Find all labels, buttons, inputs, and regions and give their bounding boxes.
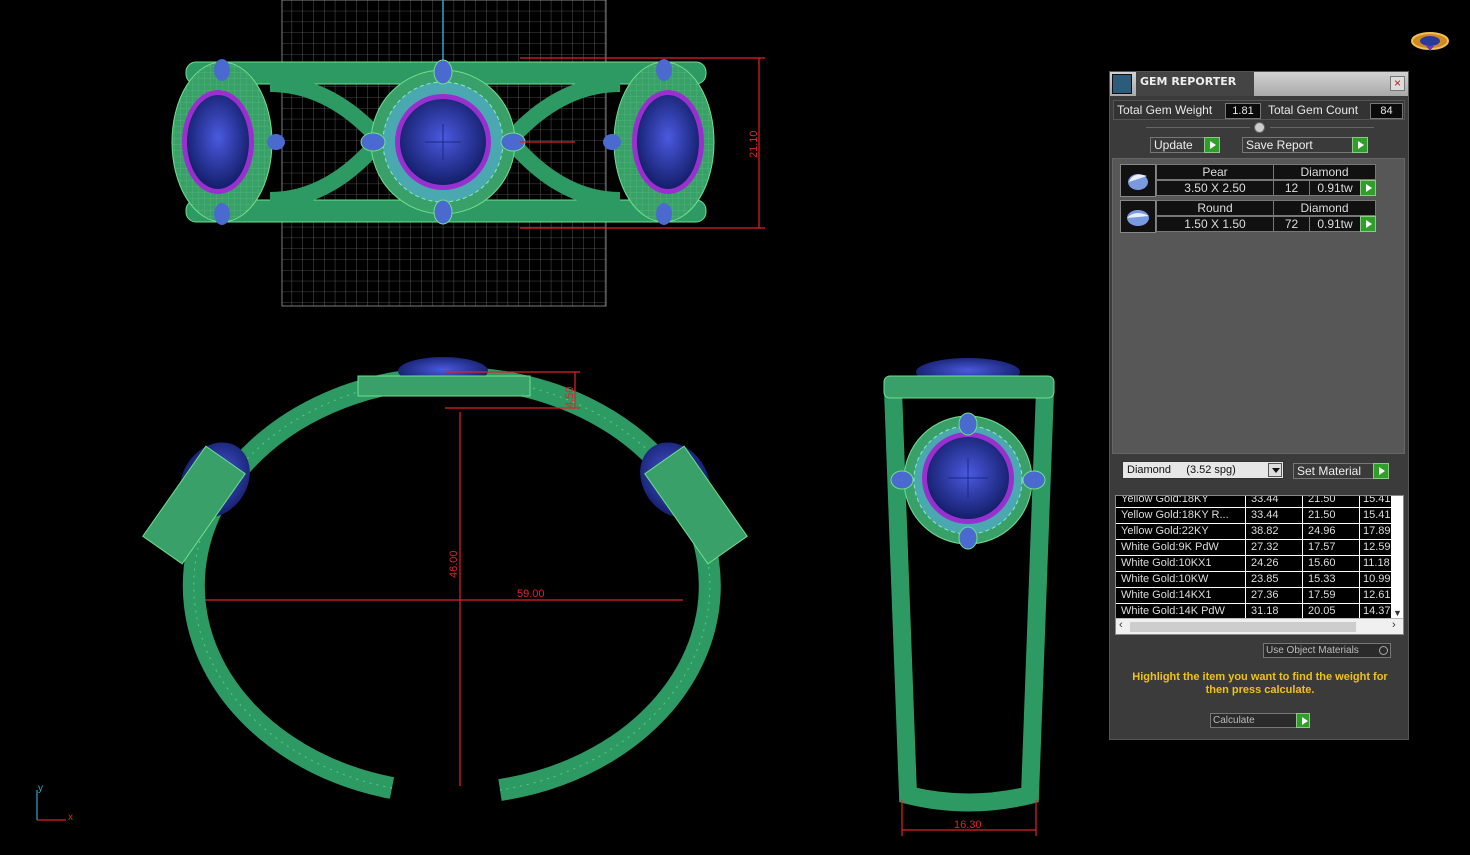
material-v1: 27.32: [1251, 541, 1279, 553]
material-row[interactable]: Yellow Gold:18KY R... 33.44 21.50 15.41: [1116, 508, 1391, 524]
material-v1: 33.44: [1251, 495, 1279, 505]
axis-y-label: y: [38, 783, 43, 794]
gem-count: 72: [1273, 216, 1310, 232]
gem-row[interactable]: Pear Diamond 3.50 X 2.50 12 0.91tw: [1120, 164, 1385, 197]
calculate-button[interactable]: Calculate: [1210, 713, 1310, 728]
gem-size: 1.50 X 1.50: [1156, 216, 1274, 232]
front-view-bracelet: [142, 357, 748, 801]
material-v1: 24.26: [1251, 557, 1279, 569]
dim-inner-height: 46.00: [448, 550, 460, 578]
scroll-thumb[interactable]: [1130, 622, 1356, 632]
material-v3: 15.41: [1363, 495, 1391, 505]
dim-inner-width: 59.00: [517, 588, 545, 600]
update-button[interactable]: Update: [1150, 137, 1220, 153]
chevron-down-icon[interactable]: [1268, 463, 1282, 477]
gem-reporter-panel: GEM REPORTER × Total Gem Weight 1.81 Tot…: [1109, 71, 1409, 740]
material-v1: 31.18: [1251, 605, 1279, 617]
axis-x-label: x: [68, 812, 73, 823]
material-v3: 14.37: [1363, 605, 1391, 617]
gem-reporter-icon: [1112, 74, 1132, 94]
total-gem-weight-value: 1.81: [1225, 103, 1261, 119]
material-name: Yellow Gold:18KY R...: [1121, 509, 1229, 521]
radio-icon: [1379, 646, 1388, 655]
app-logo-icon: [1411, 32, 1449, 51]
round-gem-icon: [1120, 200, 1156, 233]
gem-weight: 0.91tw: [1309, 180, 1361, 196]
use-object-materials-toggle[interactable]: Use Object Materials: [1263, 643, 1391, 658]
gem-go-icon[interactable]: [1360, 180, 1376, 196]
material-row[interactable]: White Gold:14KX1 27.36 17.59 12.61: [1116, 588, 1391, 604]
material-v3: 17.89: [1363, 525, 1391, 537]
gem-shape: Round: [1156, 200, 1274, 216]
gem-material: Diamond: [1273, 164, 1376, 180]
dim-top-height: 21.10: [748, 130, 760, 158]
material-v2: 17.57: [1308, 541, 1336, 553]
material-v2: 24.96: [1308, 525, 1336, 537]
axis-indicator: [36, 790, 66, 821]
material-select[interactable]: Diamond (3.52 spg): [1122, 461, 1284, 479]
material-v1: 33.44: [1251, 509, 1279, 521]
gem-count: 12: [1273, 180, 1310, 196]
material-name: White Gold:14KX1: [1121, 589, 1212, 601]
material-v1: 38.82: [1251, 525, 1279, 537]
close-button[interactable]: ×: [1390, 76, 1405, 91]
dim-side-width: 16.30: [954, 819, 982, 831]
horizontal-scrollbar[interactable]: ‹ ›: [1116, 618, 1403, 634]
material-v1: 23.85: [1251, 573, 1279, 585]
material-row[interactable]: Yellow Gold:18KY 33.44 21.50 15.41: [1116, 495, 1391, 508]
update-go-icon: [1204, 137, 1220, 153]
material-name: Yellow Gold:18KY: [1121, 495, 1209, 505]
gem-weight: 0.91tw: [1309, 216, 1361, 232]
save-report-go-icon: [1352, 137, 1368, 153]
material-v2: 15.33: [1308, 573, 1336, 585]
panel-titlebar[interactable]: GEM REPORTER ×: [1110, 72, 1408, 96]
pear-gem-icon: [1120, 164, 1156, 197]
gem-list: Pear Diamond 3.50 X 2.50 12 0.91tw Round…: [1112, 158, 1405, 454]
material-v2: 15.60: [1308, 557, 1336, 569]
material-v3: 11.18: [1363, 557, 1390, 569]
material-v3: 10.99: [1363, 573, 1391, 585]
material-weight-table[interactable]: Yellow Gold:18KY 33.44 21.50 15.41 Yellow Go…: [1115, 495, 1404, 635]
material-v3: 12.59: [1363, 541, 1391, 553]
scroll-left-icon[interactable]: ‹: [1119, 619, 1123, 631]
gem-size: 3.50 X 2.50: [1156, 180, 1274, 196]
material-name: Yellow Gold:22KY: [1121, 525, 1209, 537]
set-material-go-icon: [1373, 463, 1389, 479]
side-view-bracelet: [883, 358, 1055, 812]
set-material-button[interactable]: Set Material: [1293, 463, 1389, 479]
material-v2: 21.50: [1308, 509, 1336, 521]
material-row[interactable]: White Gold:10KW 23.85 15.33 10.99: [1116, 572, 1391, 588]
material-v3: 12.61: [1363, 589, 1391, 601]
calculate-go-icon: [1296, 713, 1310, 728]
collapse-toggle[interactable]: [1254, 122, 1265, 133]
total-gem-count-value: 84: [1370, 103, 1403, 119]
material-v1: 27.36: [1251, 589, 1279, 601]
calculate-hint: Highlight the item you want to find the …: [1132, 671, 1388, 696]
gem-row[interactable]: Round Diamond 1.50 X 1.50 72 0.91tw: [1120, 200, 1385, 233]
material-row[interactable]: White Gold:9K PdW 27.32 17.57 12.59: [1116, 540, 1391, 556]
material-v2: 21.50: [1308, 495, 1336, 505]
material-row[interactable]: White Gold:10KX1 24.26 15.60 11.18: [1116, 556, 1391, 572]
material-name: White Gold:9K PdW: [1121, 541, 1219, 553]
dim-stone-height: 4.50: [564, 386, 576, 408]
material-name: White Gold:10KX1: [1121, 557, 1212, 569]
material-v2: 20.05: [1308, 605, 1336, 617]
total-gem-count-label: Total Gem Count: [1268, 103, 1359, 117]
gem-material: Diamond: [1273, 200, 1376, 216]
material-v2: 17.59: [1308, 589, 1336, 601]
scroll-right-icon[interactable]: ›: [1392, 619, 1396, 631]
total-gem-weight-label: Total Gem Weight: [1117, 103, 1213, 117]
vertical-scrollbar[interactable]: ▼: [1391, 496, 1403, 620]
material-name: White Gold:14K PdW: [1121, 605, 1225, 617]
gem-shape: Pear: [1156, 164, 1274, 180]
panel-title: GEM REPORTER: [1140, 75, 1237, 88]
material-name: White Gold:10KW: [1121, 573, 1209, 585]
material-v3: 15.41: [1363, 509, 1391, 521]
scroll-down-icon[interactable]: ▼: [1393, 608, 1402, 618]
material-row[interactable]: Yellow Gold:22KY 38.82 24.96 17.89: [1116, 524, 1391, 540]
save-report-button[interactable]: Save Report: [1242, 137, 1368, 153]
gem-go-icon[interactable]: [1360, 216, 1376, 232]
